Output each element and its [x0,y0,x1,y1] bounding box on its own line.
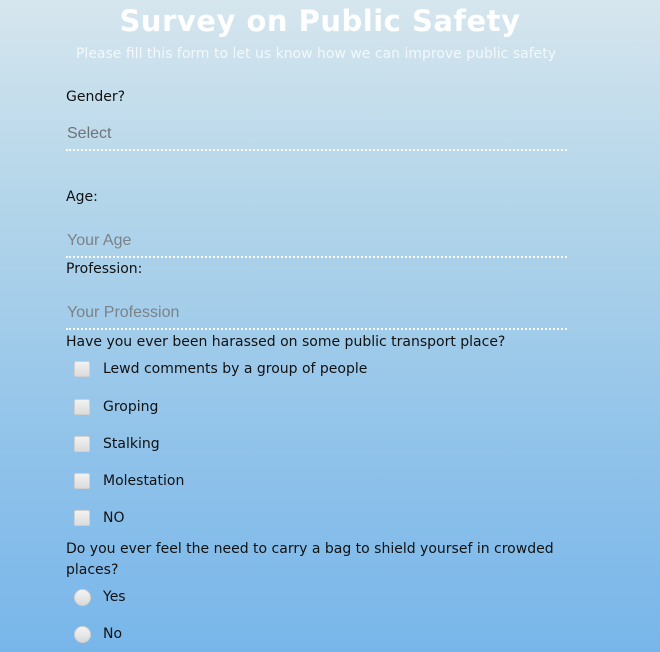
gender-label: Gender? [66,89,126,105]
harassment-option-stalking[interactable]: Stalking [74,434,160,454]
profession-label: Profession: [66,261,143,277]
harassment-option-no[interactable]: NO [74,508,125,528]
option-label: Groping [103,399,159,415]
bag-option-no[interactable]: No [74,624,122,644]
checkbox[interactable] [74,399,90,415]
checkbox[interactable] [74,361,90,377]
option-label: Yes [103,589,126,605]
harassment-option-lewd-comments[interactable]: Lewd comments by a group of people [74,359,367,379]
option-label: Stalking [103,436,160,452]
gender-select[interactable]: Select [66,123,567,151]
harassment-question: Have you ever been harassed on some publ… [66,334,506,350]
page-subtitle: Please fill this form to let us know how… [75,46,557,62]
age-label: Age: [66,189,98,205]
harassment-option-groping[interactable]: Groping [74,397,158,417]
bag-question: Do you ever feel the need to carry a bag… [66,541,554,578]
checkbox[interactable] [74,436,90,452]
option-label: Lewd comments by a group of people [103,361,368,377]
bag-option-yes[interactable]: Yes [74,587,126,607]
page-title: Survey on Public Safety [119,4,521,38]
option-label: Molestation [103,473,185,489]
option-label: NO [103,510,125,526]
age-input[interactable] [66,230,567,258]
checkbox[interactable] [74,510,90,526]
radio-button[interactable] [74,625,91,643]
checkbox[interactable] [74,473,90,489]
radio-button[interactable] [74,588,91,606]
harassment-option-molestation[interactable]: Molestation [74,471,184,491]
profession-input[interactable] [66,302,567,330]
option-label: No [103,626,123,642]
